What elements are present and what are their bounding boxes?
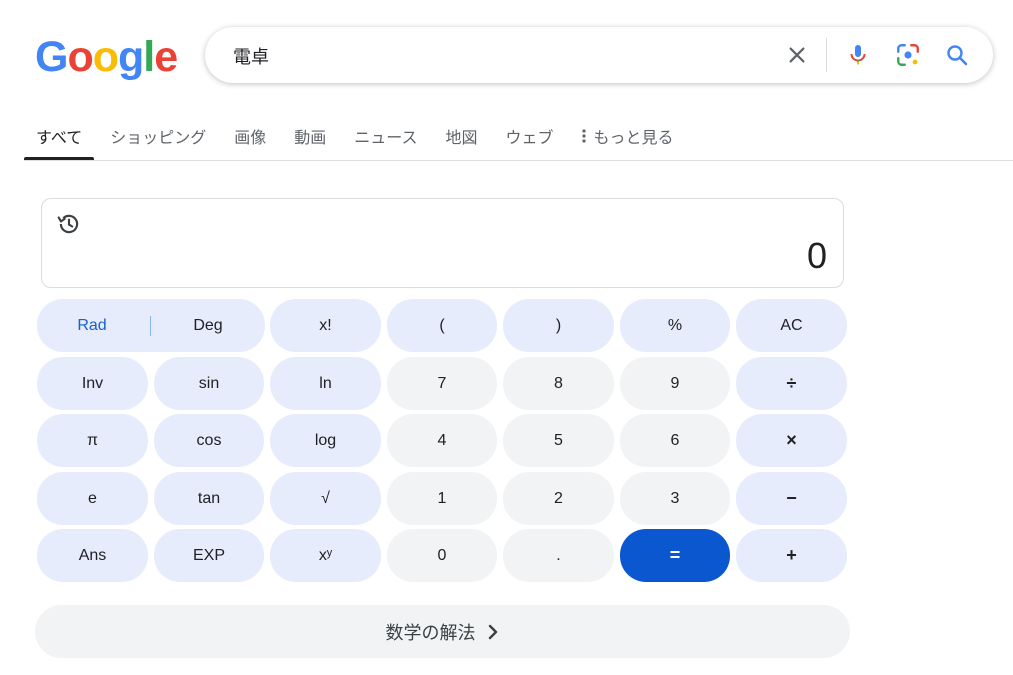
- power-button[interactable]: xʸ: [270, 529, 381, 582]
- digit-1-button[interactable]: 1: [387, 472, 497, 525]
- plus-button[interactable]: +: [736, 529, 847, 582]
- tab-images[interactable]: 画像: [234, 112, 266, 160]
- ln-button[interactable]: ln: [270, 357, 381, 410]
- percent-button[interactable]: %: [620, 299, 730, 352]
- search-icon[interactable]: [943, 41, 971, 69]
- chevron-right-icon: [486, 624, 500, 640]
- logo-letter: G: [35, 33, 68, 81]
- equals-button[interactable]: =: [620, 529, 730, 582]
- tab-maps[interactable]: 地図: [446, 112, 478, 160]
- all-clear-button[interactable]: AC: [736, 299, 847, 352]
- log-button[interactable]: log: [270, 414, 381, 467]
- search-tabs: すべて ショッピング 画像 動画 ニュース 地図 ウェブ もっと見る: [24, 112, 702, 160]
- answer-button[interactable]: Ans: [37, 529, 148, 582]
- logo-letter: g: [118, 33, 144, 81]
- tab-videos[interactable]: 動画: [294, 112, 326, 160]
- digit-4-button[interactable]: 4: [387, 414, 497, 467]
- google-logo[interactable]: Google: [35, 33, 178, 81]
- tab-all[interactable]: すべて: [24, 112, 95, 160]
- search-divider: [826, 38, 827, 72]
- deg-button[interactable]: Deg: [153, 299, 263, 352]
- close-paren-button[interactable]: ): [503, 299, 614, 352]
- digit-6-button[interactable]: 6: [620, 414, 730, 467]
- pi-button[interactable]: π: [37, 414, 148, 467]
- tabs-divider: [24, 160, 1013, 161]
- camera-search-icon[interactable]: [894, 41, 922, 69]
- factorial-button[interactable]: x!: [270, 299, 381, 352]
- sin-button[interactable]: sin: [154, 357, 264, 410]
- math-solver-button[interactable]: 数学の解法: [35, 605, 850, 658]
- more-vert-icon: [581, 128, 586, 147]
- math-solver-label: 数学の解法: [385, 622, 476, 644]
- tab-web[interactable]: ウェブ: [506, 112, 554, 160]
- angle-mode-toggle: Rad Deg: [37, 299, 265, 352]
- digit-8-button[interactable]: 8: [503, 357, 614, 410]
- divide-button[interactable]: ÷: [736, 357, 847, 410]
- exp-button[interactable]: EXP: [154, 529, 264, 582]
- logo-letter: e: [154, 33, 178, 81]
- digit-2-button[interactable]: 2: [503, 472, 614, 525]
- microphone-icon[interactable]: [844, 41, 872, 69]
- open-paren-button[interactable]: (: [387, 299, 497, 352]
- logo-letter: o: [92, 33, 119, 81]
- digit-5-button[interactable]: 5: [503, 414, 614, 467]
- digit-9-button[interactable]: 9: [620, 357, 730, 410]
- digit-0-button[interactable]: 0: [387, 529, 497, 582]
- history-icon[interactable]: [56, 211, 82, 237]
- tab-more[interactable]: もっと見る: [581, 112, 674, 160]
- logo-letter: o: [67, 33, 93, 81]
- tab-shopping[interactable]: ショッピング: [110, 112, 206, 160]
- digit-3-button[interactable]: 3: [620, 472, 730, 525]
- digit-7-button[interactable]: 7: [387, 357, 497, 410]
- multiply-button[interactable]: ×: [736, 414, 847, 467]
- close-icon[interactable]: [783, 41, 811, 69]
- decimal-button[interactable]: .: [503, 529, 614, 582]
- rad-button[interactable]: Rad: [37, 299, 147, 352]
- search-input[interactable]: [231, 41, 755, 71]
- display-value: 0: [806, 235, 827, 276]
- sqrt-button[interactable]: √: [270, 472, 381, 525]
- cos-button[interactable]: cos: [154, 414, 264, 467]
- tab-more-label: もっと見る: [593, 128, 674, 147]
- tab-news[interactable]: ニュース: [354, 112, 417, 160]
- search-bar: [205, 27, 993, 83]
- inverse-button[interactable]: Inv: [37, 357, 148, 410]
- tan-button[interactable]: tan: [154, 472, 264, 525]
- mode-separator: [150, 316, 151, 336]
- minus-button[interactable]: −: [736, 472, 847, 525]
- calculator-display: 0: [41, 198, 844, 288]
- euler-button[interactable]: e: [37, 472, 148, 525]
- logo-letter: l: [143, 33, 155, 81]
